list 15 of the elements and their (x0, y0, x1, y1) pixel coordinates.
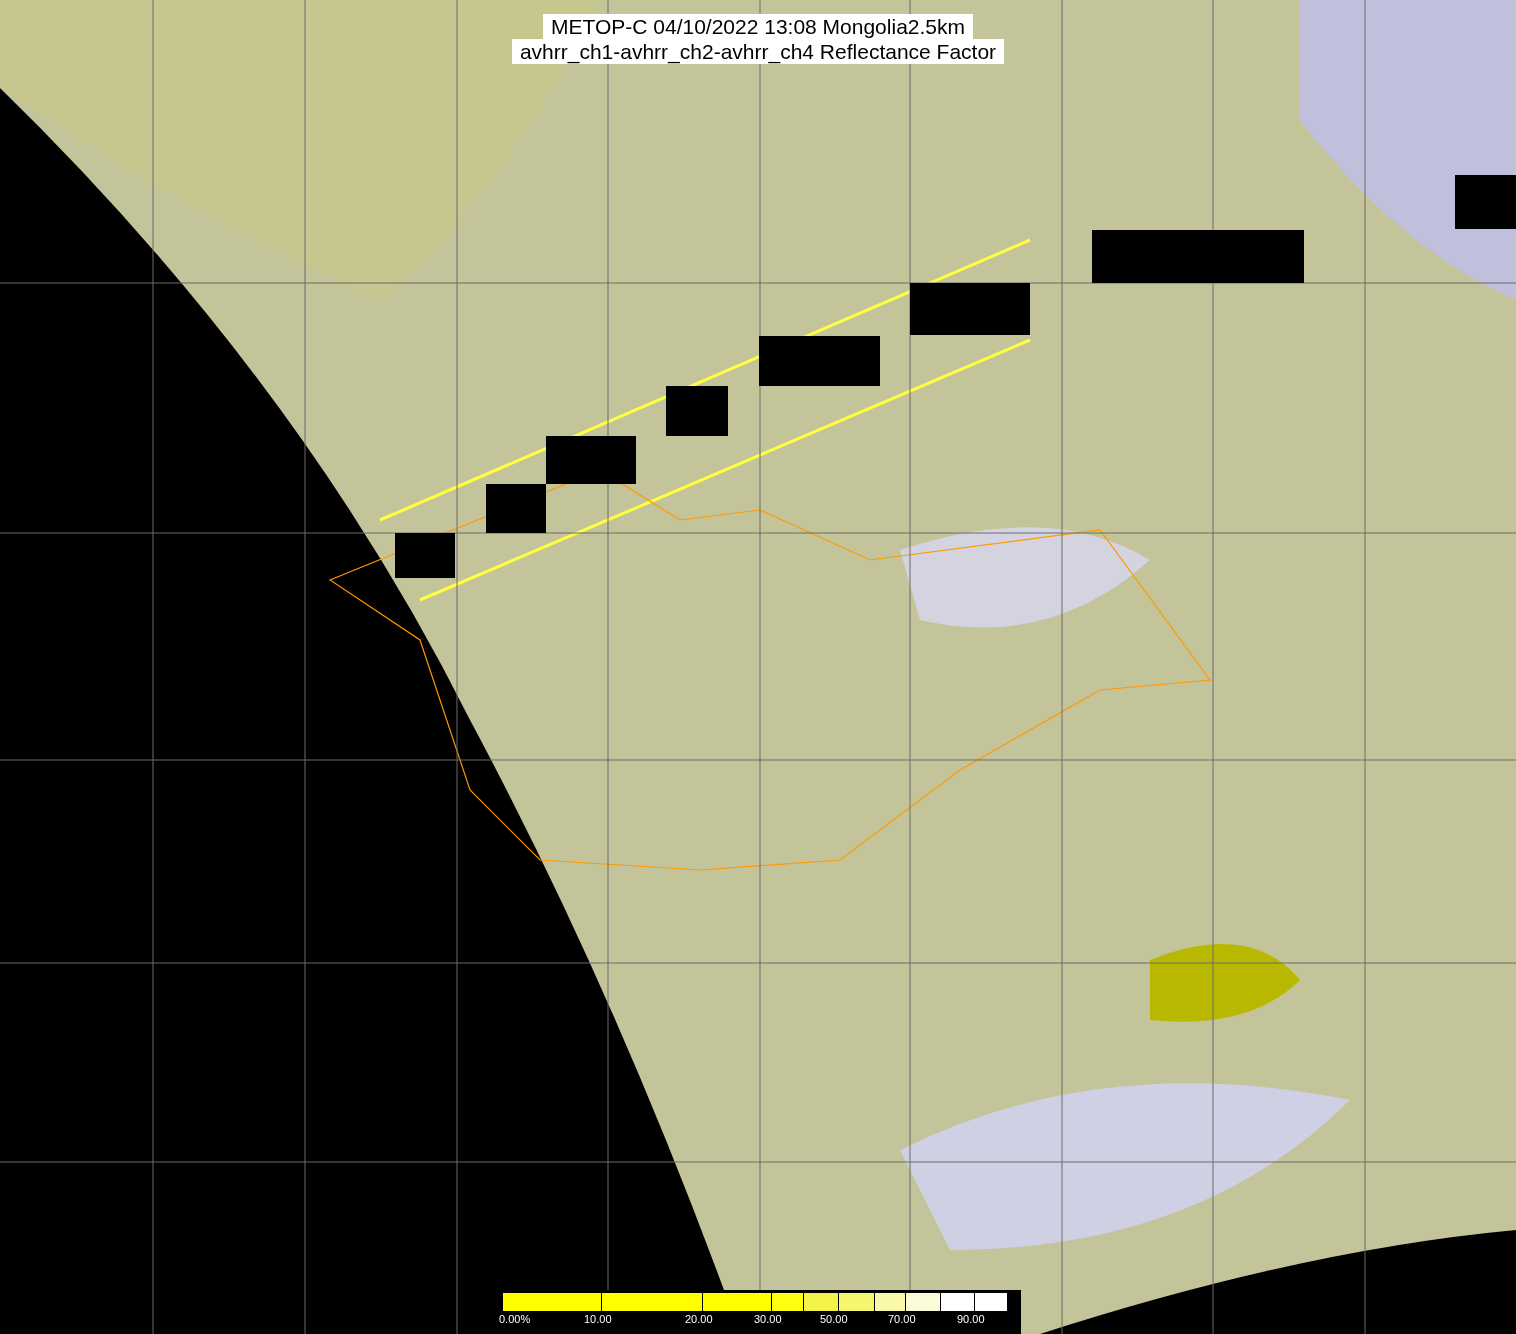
colorbar-label: 30.00 (754, 1313, 782, 1326)
colorbar-segment (875, 1293, 906, 1311)
colorbar-segment (804, 1293, 839, 1311)
colorbar-label: 20.00 (685, 1313, 713, 1326)
map-title: avhrr_ch1-avhrr_ch2-avhrr_ch4 Reflectance Factor (511, 39, 1005, 64)
colorbar-segment (839, 1293, 875, 1311)
colorbar-segment (941, 1293, 975, 1311)
map-title: METOP-C 04/10/2022 13:08 Mongolia2.5km (543, 14, 973, 39)
colorbar-segment (906, 1293, 941, 1311)
colorbar-label: 90.00 (957, 1313, 985, 1326)
colorbar-segment (975, 1293, 1008, 1311)
colorbar-label: 50.00 (820, 1313, 848, 1326)
colorbar-label: 10.00 (584, 1313, 612, 1326)
colorbar-label: 0.00% (499, 1313, 531, 1326)
colorbar-label: 70.00 (888, 1313, 916, 1326)
